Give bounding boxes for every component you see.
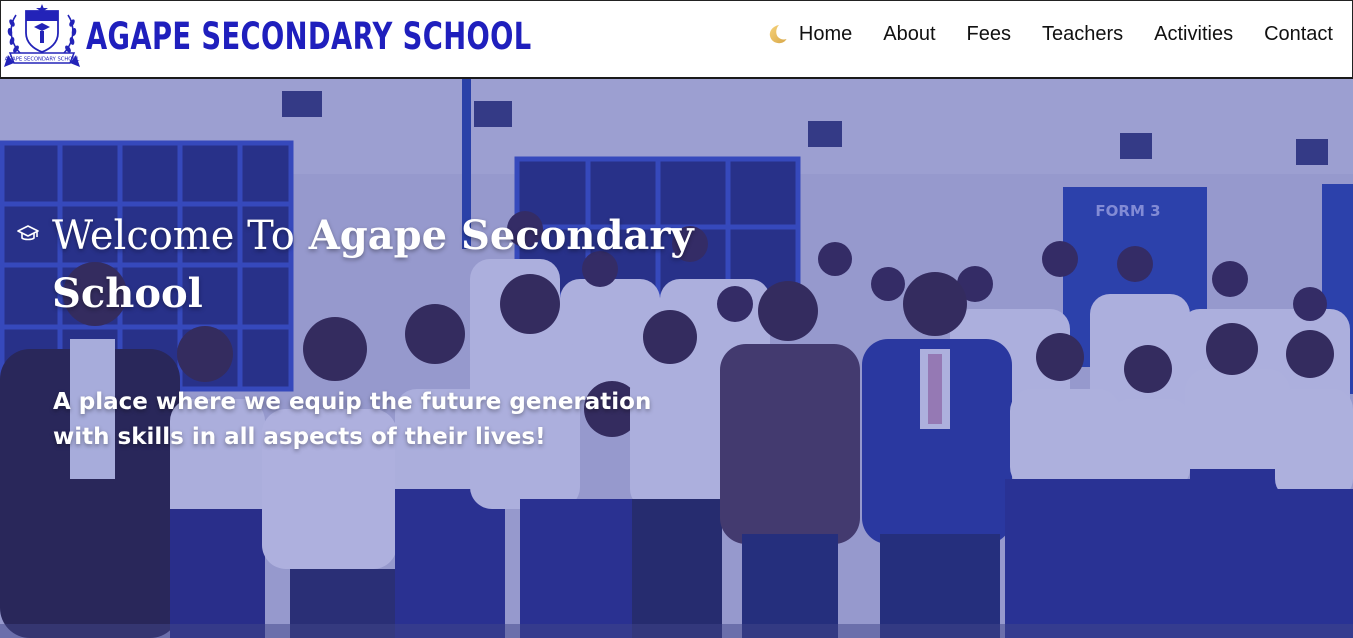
hero-tint-overlay (0, 79, 1353, 638)
moon-icon[interactable] (765, 22, 789, 46)
nav-about[interactable]: About (883, 23, 935, 46)
welcome-lead: Welcome To (52, 213, 295, 259)
nav-fees[interactable]: Fees (967, 23, 1011, 46)
navbar: AGAPE SECONDARY SCHOOL AGAPE SECONDARY S… (0, 0, 1353, 79)
nav-teachers[interactable]: Teachers (1042, 23, 1123, 46)
graduation-cap-icon (17, 225, 39, 241)
welcome-heading: Welcome To Agape Secondary School (52, 207, 702, 322)
nav-contact[interactable]: Contact (1264, 23, 1333, 46)
hero-tagline: A place where we equip the future genera… (53, 389, 652, 450)
nav-activities[interactable]: Activities (1154, 23, 1233, 46)
main-nav: Home About Fees Teachers Activities Cont… (765, 19, 1352, 49)
svg-text:AGAPE SECONDARY SCHOOL: AGAPE SECONDARY SCHOOL (5, 57, 80, 63)
school-name[interactable]: AGAPE SECONDARY SCHOOL (86, 15, 532, 67)
nav-home[interactable]: Home (799, 23, 852, 46)
school-logo[interactable]: AGAPE SECONDARY SCHOOL (4, 3, 80, 71)
hero-section: FORM 3 Welcome To Agape Secondary School… (0, 79, 1353, 638)
